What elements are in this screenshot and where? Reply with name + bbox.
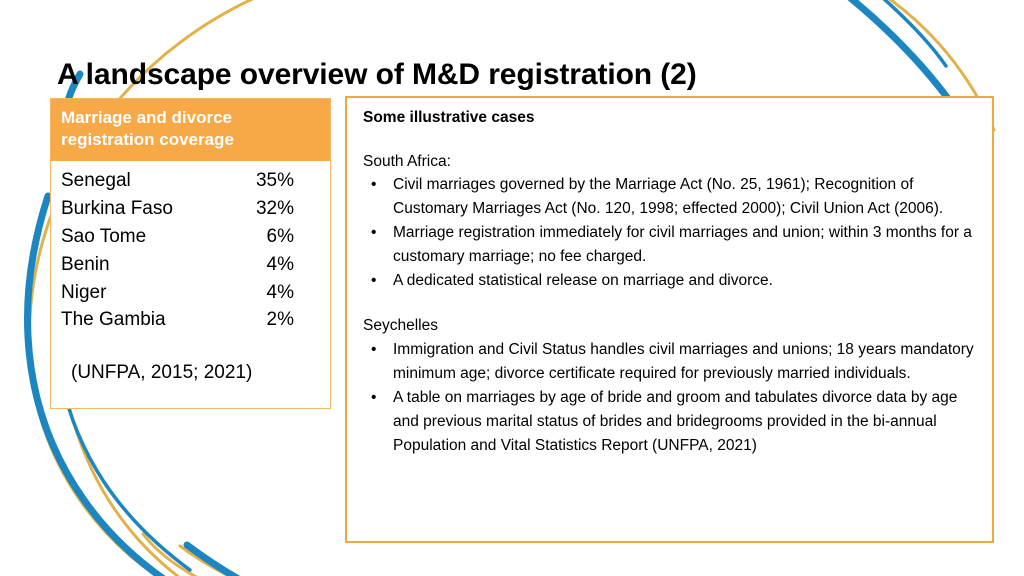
page-title: A landscape overview of M&D registration… — [57, 58, 697, 92]
coverage-table-header-line-1: Marriage and divorce — [61, 108, 233, 127]
case-country-label: Seychelles — [363, 317, 438, 335]
list-item-text: A dedicated statistical release on marri… — [393, 272, 773, 290]
cases-heading: Some illustrative cases — [363, 109, 535, 126]
case-bullet-list: • Immigration and Civil Status handles c… — [359, 338, 980, 458]
case-group-seychelles: Seychelles • Immigration and Civil Statu… — [359, 315, 980, 458]
coverage-country: Burkina Faso — [61, 197, 173, 219]
list-item: • Marriage registration immediately for … — [359, 221, 980, 269]
list-item-text: Immigration and Civil Status handles civ… — [393, 340, 974, 382]
bullet-icon: • — [371, 224, 377, 242]
coverage-source-citation: (UNFPA, 2015; 2021) — [71, 362, 253, 384]
table-row: Senegal 35% — [61, 167, 320, 195]
bullet-icon: • — [371, 176, 377, 194]
coverage-country: Benin — [61, 253, 110, 275]
list-item: • A dedicated statistical release on mar… — [359, 269, 980, 293]
list-item: • Civil marriages governed by the Marria… — [359, 173, 980, 221]
bullet-icon: • — [371, 388, 377, 406]
gold-arc-bottom-short — [141, 532, 198, 576]
coverage-value: 35% — [255, 169, 294, 191]
list-item: • Immigration and Civil Status handles c… — [359, 338, 980, 386]
coverage-table-header-line-2: registration coverage — [61, 130, 234, 150]
coverage-value: 6% — [266, 225, 294, 247]
bullet-icon: • — [371, 272, 377, 290]
case-country-label: South Africa: — [363, 152, 451, 170]
coverage-value: 4% — [266, 281, 294, 303]
bullet-icon: • — [371, 340, 377, 358]
coverage-country: The Gambia — [61, 309, 166, 331]
gold-arc-bottom-mid — [178, 544, 233, 576]
blue-arc-top-right-thin — [882, 0, 948, 68]
coverage-value: 4% — [266, 253, 294, 275]
coverage-country: Sao Tome — [61, 225, 147, 247]
coverage-table: Marriage and divorce registration covera… — [50, 98, 331, 409]
list-item-text: Marriage registration immediately for ci… — [393, 224, 972, 266]
list-item-text: A table on marriages by age of bride and… — [393, 388, 958, 454]
table-row: Niger 4% — [61, 279, 320, 307]
coverage-value: 2% — [266, 309, 294, 331]
illustrative-cases-box: Some illustrative cases South Africa: • … — [345, 96, 994, 543]
coverage-table-body: Senegal 35% Burkina Faso 32% Sao Tome 6%… — [51, 161, 330, 385]
slide-canvas: A landscape overview of M&D registration… — [0, 0, 1024, 576]
coverage-table-header: Marriage and divorce registration covera… — [51, 99, 330, 161]
list-item: • A table on marriages by age of bride a… — [359, 386, 980, 458]
table-row: Sao Tome 6% — [61, 223, 320, 251]
coverage-country: Niger — [61, 281, 107, 303]
list-item-text: Civil marriages governed by the Marriage… — [393, 176, 944, 218]
coverage-value: 32% — [255, 197, 294, 219]
coverage-country: Senegal — [61, 169, 131, 191]
blue-arc-bottom-short — [183, 541, 241, 576]
table-row: The Gambia 2% — [61, 306, 320, 334]
case-bullet-list: • Civil marriages governed by the Marria… — [359, 173, 980, 293]
table-row: Burkina Faso 32% — [61, 195, 320, 223]
case-group-south-africa: South Africa: • Civil marriages governed… — [359, 151, 980, 294]
table-row: Benin 4% — [61, 251, 320, 279]
